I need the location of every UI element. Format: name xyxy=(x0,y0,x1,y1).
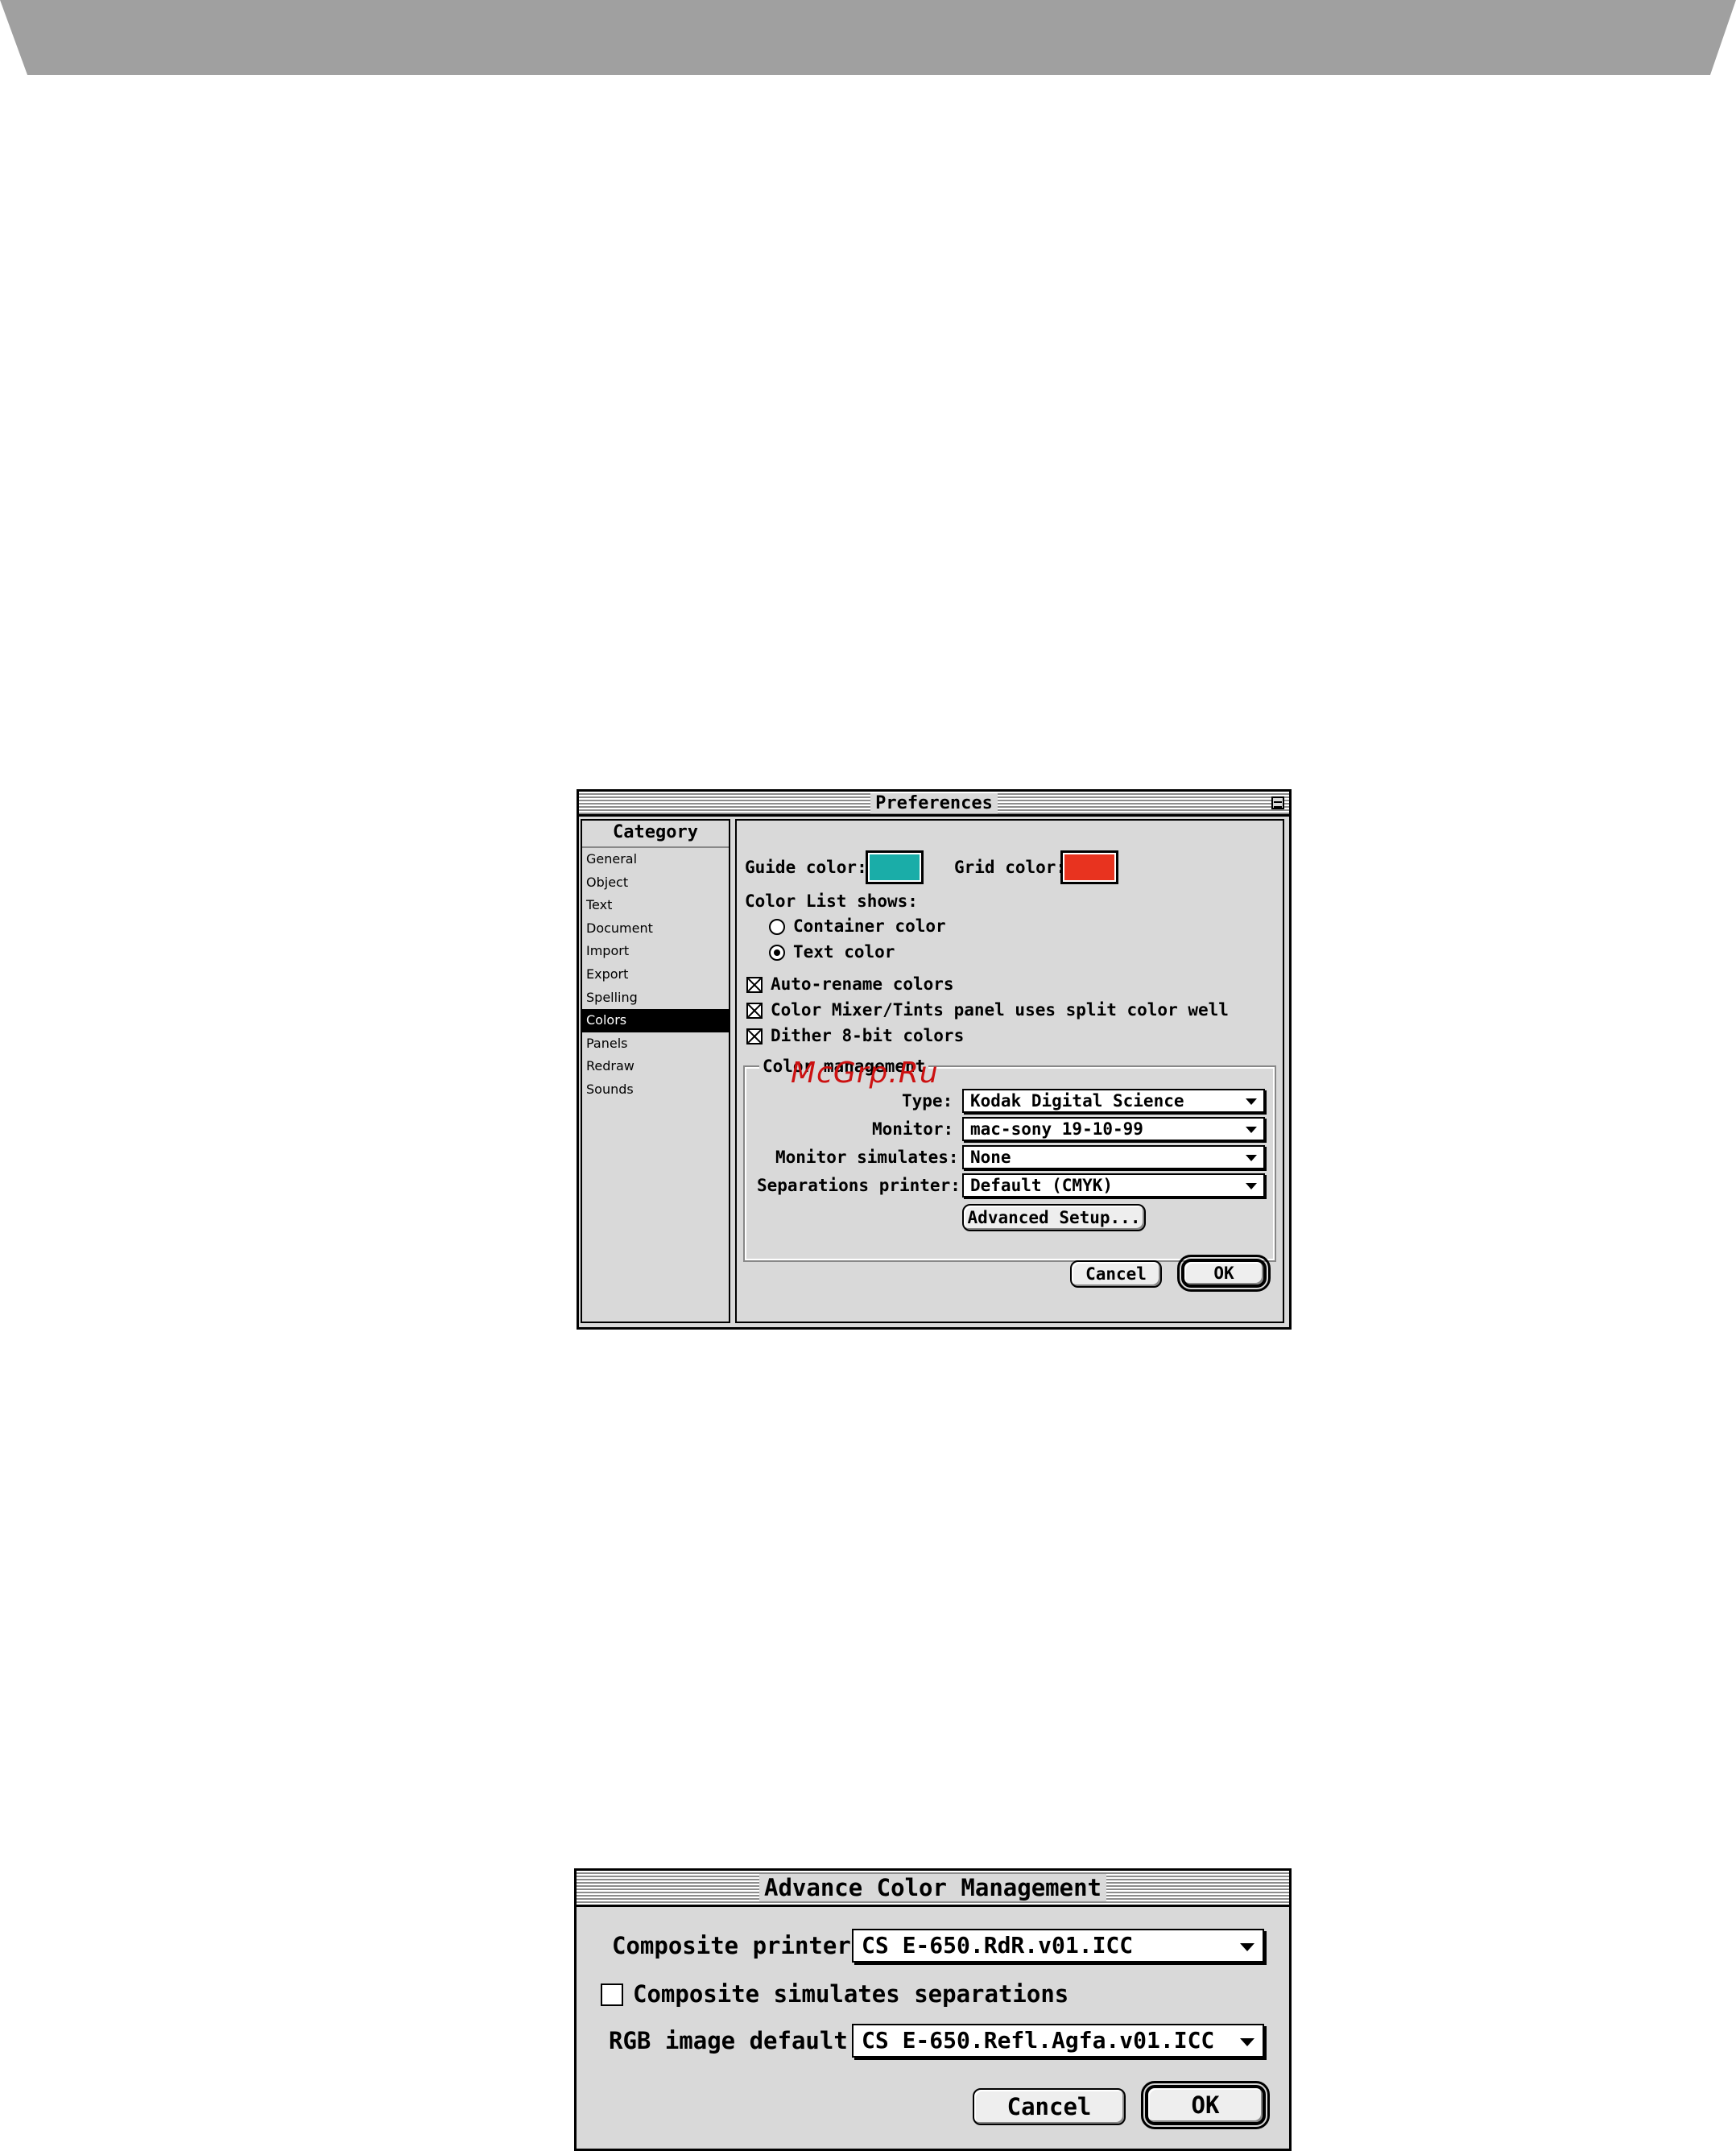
composite-simulates-label: Composite simulates separations xyxy=(633,1980,1069,2008)
separations-printer-select[interactable]: Default (CMYK) xyxy=(962,1173,1265,1198)
ok-button[interactable]: OK xyxy=(1177,1255,1271,1292)
text-color-radio[interactable] xyxy=(769,945,785,961)
auto-rename-label: Auto-rename colors xyxy=(771,974,954,994)
monitor-select-value: mac-sony 19-10-99 xyxy=(970,1119,1143,1139)
dither-checkbox[interactable] xyxy=(746,1028,763,1044)
acm-ok-button[interactable]: OK xyxy=(1141,2081,1270,2129)
composite-printer-value: CS E-650.RdR.v01.ICC xyxy=(862,1932,1134,1959)
category-item-export[interactable]: Export xyxy=(582,963,729,987)
monitor-simulates-value: None xyxy=(970,1148,1011,1167)
composite-printer-label: Composite printer: xyxy=(612,1932,866,1959)
advanced-setup-button[interactable]: Advanced Setup... xyxy=(962,1204,1146,1231)
chevron-down-icon xyxy=(1240,1943,1254,1951)
composite-printer-select[interactable]: CS E-650.RdR.v01.ICC xyxy=(852,1929,1264,1963)
category-list: Category General Object Text Document Import… xyxy=(581,819,730,1323)
guide-color-swatch[interactable] xyxy=(866,850,924,884)
monitor-simulates-select[interactable]: None xyxy=(962,1145,1265,1169)
watermark: McGrp.Ru xyxy=(791,1057,939,1090)
rgb-image-default-label: RGB image default: xyxy=(609,2027,862,2054)
chevron-down-icon xyxy=(1246,1155,1257,1161)
type-label: Type: xyxy=(902,1091,953,1111)
category-header: Category xyxy=(582,821,729,848)
cancel-button[interactable]: Cancel xyxy=(1070,1260,1162,1288)
type-select-value: Kodak Digital Science xyxy=(970,1091,1184,1111)
rgb-image-default-value: CS E-650.Refl.Agfa.v01.ICC xyxy=(862,2027,1215,2054)
color-list-shows-label: Color List shows: xyxy=(745,891,918,911)
advance-color-management-window: Advance Color Management Composite print… xyxy=(574,1868,1292,2151)
acm-cancel-button[interactable]: Cancel xyxy=(973,2088,1126,2125)
category-item-spelling[interactable]: Spelling xyxy=(582,987,729,1010)
container-color-radio[interactable] xyxy=(769,919,785,935)
split-color-well-label: Color Mixer/Tints panel uses split color… xyxy=(771,1000,1229,1020)
auto-rename-checkbox[interactable] xyxy=(746,977,763,993)
monitor-select[interactable]: mac-sony 19-10-99 xyxy=(962,1117,1265,1141)
chevron-down-icon xyxy=(1246,1098,1257,1105)
dither-label: Dither 8-bit colors xyxy=(771,1026,965,1045)
grid-color-label: Grid color: xyxy=(954,858,1067,877)
separations-printer-label: Separations printer: xyxy=(757,1176,961,1195)
guide-color-label: Guide color: xyxy=(745,858,867,877)
composite-simulates-checkbox[interactable] xyxy=(601,1983,623,2006)
top-banner xyxy=(0,0,1736,75)
preferences-titlebar[interactable]: Preferences xyxy=(579,792,1289,817)
category-item-text[interactable]: Text xyxy=(582,894,729,917)
split-color-well-checkbox[interactable] xyxy=(746,1003,763,1019)
category-item-object[interactable]: Object xyxy=(582,871,729,895)
separations-printer-value: Default (CMYK) xyxy=(970,1176,1114,1195)
category-item-document[interactable]: Document xyxy=(582,917,729,941)
monitor-simulates-label: Monitor simulates: xyxy=(775,1148,959,1167)
window-collapse-icon[interactable] xyxy=(1271,796,1284,809)
acm-titlebar[interactable]: Advance Color Management xyxy=(577,1871,1289,1907)
type-select[interactable]: Kodak Digital Science xyxy=(962,1089,1265,1113)
chevron-down-icon xyxy=(1246,1183,1257,1189)
category-item-import[interactable]: Import xyxy=(582,940,729,963)
rgb-image-default-select[interactable]: CS E-650.Refl.Agfa.v01.ICC xyxy=(852,2024,1264,2058)
container-color-label: Container color xyxy=(793,916,946,936)
chevron-down-icon xyxy=(1246,1127,1257,1133)
category-item-redraw[interactable]: Redraw xyxy=(582,1055,729,1078)
category-item-panels[interactable]: Panels xyxy=(582,1032,729,1056)
preferences-title: Preferences xyxy=(870,792,998,813)
category-item-colors[interactable]: Colors xyxy=(582,1009,729,1032)
monitor-label: Monitor: xyxy=(872,1119,954,1139)
grid-color-swatch[interactable] xyxy=(1060,850,1118,884)
chevron-down-icon xyxy=(1240,2038,1254,2046)
text-color-label: Text color xyxy=(793,942,895,962)
category-item-sounds[interactable]: Sounds xyxy=(582,1078,729,1102)
category-item-general[interactable]: General xyxy=(582,848,729,871)
acm-title: Advance Color Management xyxy=(758,1874,1107,1901)
